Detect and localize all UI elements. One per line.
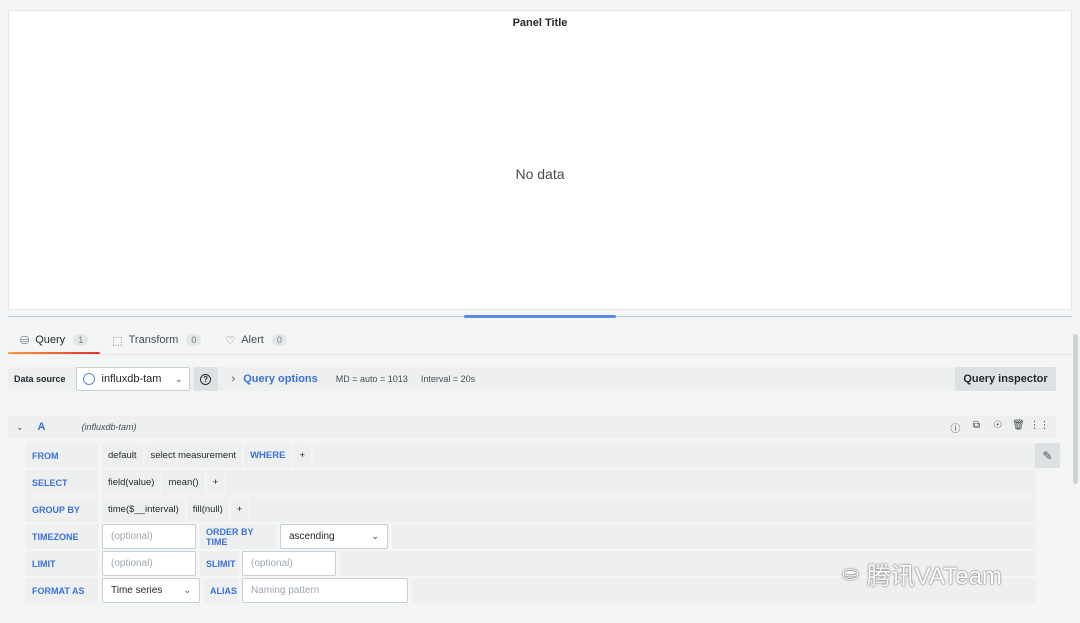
tab-transform[interactable]: ⬚ Transform 0 [100, 326, 213, 354]
datasource-selected: influxdb-tam [101, 373, 162, 385]
panel-title[interactable]: Panel Title [9, 17, 1071, 29]
groupby-add-button[interactable]: + [230, 497, 249, 522]
alias-keyword: ALIAS [204, 578, 238, 603]
influxdb-logo-icon [82, 373, 95, 385]
watermark-text: 腾讯VATeam [866, 563, 1002, 590]
collapse-chevron-icon[interactable]: ⌄ [16, 422, 24, 433]
row-filler [313, 443, 1036, 468]
no-data-message: No data [515, 166, 565, 182]
select-add-button[interactable]: + [206, 470, 225, 495]
format-value: Time series [111, 585, 163, 596]
select-row: SELECT field(value) mean() + [26, 470, 1036, 495]
database-icon: ⛁ [20, 334, 30, 347]
help-icon: ? [200, 373, 212, 385]
where-keyword: WHERE [244, 443, 292, 468]
groupby-keyword: GROUP BY [26, 497, 98, 522]
query-letter[interactable]: A [38, 421, 46, 433]
select-keyword: SELECT [26, 470, 98, 495]
timezone-input[interactable]: (optional) [102, 524, 196, 549]
tab-query-label: Query [35, 334, 66, 346]
select-field-segment[interactable]: field(value) [102, 470, 161, 495]
from-database-segment[interactable]: default [102, 443, 143, 468]
tab-query[interactable]: ⛁ Query 1 [8, 326, 101, 355]
from-keyword: FROM [26, 443, 98, 468]
query-actions: ⓘ ⧉ ☉ 🗑 ⋮⋮ [945, 420, 1050, 435]
query-datasource-name: (influxdb-tam) [81, 422, 137, 432]
tab-transform-label: Transform [128, 334, 179, 346]
panel: Panel Title No data [8, 10, 1072, 310]
datasource-help-button[interactable]: ? [193, 367, 218, 391]
row-filler [226, 470, 1036, 495]
datasource-row: Data source influxdb-tam ⌄ ? › Query opt… [8, 367, 1056, 391]
duplicate-icon[interactable]: ⧉ [966, 420, 987, 435]
format-select[interactable]: Time series ⌄ [102, 578, 200, 603]
timezone-keyword: TIMEZONE [26, 524, 98, 549]
orderby-select[interactable]: ascending ⌄ [280, 524, 388, 549]
tab-transform-count: 0 [186, 334, 202, 346]
tab-query-count: 1 [73, 334, 89, 346]
interval-info: Interval = 20s [420, 374, 476, 384]
editor-tabs: ⛁ Query 1 ⬚ Transform 0 ♡ Alert 0 [8, 326, 299, 355]
row-filler [250, 497, 1036, 522]
max-datapoints-info: MD = auto = 1013 [335, 374, 408, 384]
select-function-segment[interactable]: mean() [162, 470, 205, 495]
orderby-keyword: ORDER BY TIME [200, 524, 276, 549]
scrollbar[interactable] [1073, 334, 1078, 484]
groupby-fill-segment[interactable]: fill(null) [186, 497, 229, 522]
query-options-toggle[interactable]: Query options [243, 373, 318, 385]
chevron-right-icon[interactable]: › [232, 373, 236, 385]
groupby-row: GROUP BY time($__interval) fill(null) + [26, 497, 1036, 522]
tab-alert-count: 0 [271, 334, 287, 346]
query-header: ⌄ A (influxdb-tam) ⓘ ⧉ ☉ 🗑 ⋮⋮ [8, 416, 1056, 438]
watermark: ⛂ 腾讯VATeam [842, 556, 1002, 591]
limit-input[interactable]: (optional) [102, 551, 196, 576]
orderby-value: ascending [289, 531, 335, 542]
limit-keyword: LIMIT [26, 551, 98, 576]
slimit-input[interactable]: (optional) [242, 551, 336, 576]
splitter-handle[interactable] [464, 315, 616, 318]
help-icon[interactable]: ⓘ [945, 420, 966, 435]
pencil-icon: ✎ [1042, 448, 1053, 463]
chevron-down-icon: ⌄ [371, 531, 379, 541]
query-inspector-button[interactable]: Query inspector [955, 367, 1056, 391]
format-keyword: FORMAT AS [26, 578, 98, 603]
slimit-keyword: SLIMIT [200, 551, 238, 576]
row-filler [392, 524, 1036, 549]
tab-alert-label: Alert [241, 334, 264, 346]
from-row: FROM default select measurement WHERE + [26, 443, 1036, 468]
chevron-down-icon: ⌄ [174, 373, 183, 384]
alias-input[interactable]: Naming pattern [242, 578, 408, 603]
datasource-picker[interactable]: influxdb-tam ⌄ [75, 367, 190, 391]
eye-icon[interactable]: ☉ [987, 420, 1008, 435]
chevron-down-icon: ⌄ [183, 585, 191, 595]
where-add-button[interactable]: + [293, 443, 312, 468]
groupby-time-segment[interactable]: time($__interval) [102, 497, 185, 522]
timezone-row: TIMEZONE (optional) ORDER BY TIME ascend… [26, 524, 1036, 549]
trash-icon[interactable]: 🗑 [1008, 420, 1029, 435]
tabs-divider [8, 354, 1072, 355]
wechat-icon: ⛂ [842, 563, 859, 585]
transform-icon: ⬚ [112, 334, 123, 347]
drag-handle-icon[interactable]: ⋮⋮ [1029, 420, 1050, 435]
from-measurement-segment[interactable]: select measurement [144, 443, 243, 468]
datasource-label: Data source [14, 374, 66, 384]
bell-icon: ♡ [225, 334, 236, 347]
edit-raw-query-button[interactable]: ✎ [1035, 443, 1060, 468]
tab-alert[interactable]: ♡ Alert 0 [213, 326, 299, 354]
